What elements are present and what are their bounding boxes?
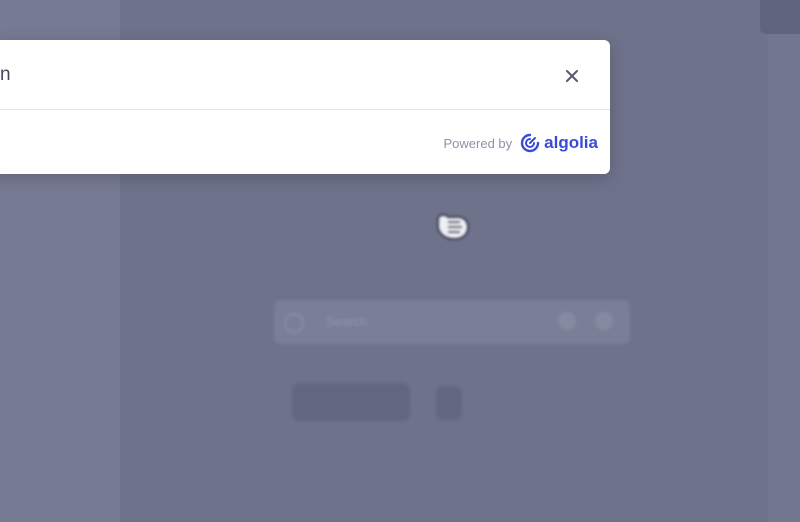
- background-circle-icon: [595, 312, 613, 330]
- background-right-panel: [768, 0, 800, 522]
- hand-cursor-icon: [437, 213, 470, 241]
- screen: Search Powered by algo: [0, 0, 800, 522]
- search-row: [0, 40, 610, 110]
- background-search-placeholder: Search: [326, 314, 368, 329]
- background-button: [292, 383, 410, 421]
- close-button[interactable]: [558, 62, 586, 90]
- algolia-wordmark: algolia: [544, 133, 598, 152]
- powered-by-label: Powered by: [443, 135, 513, 151]
- background-search-icon: [284, 313, 304, 333]
- algolia-logo-icon: [520, 133, 540, 153]
- algolia-link[interactable]: algolia: [520, 133, 598, 153]
- search-modal: Powered by algolia: [0, 40, 610, 174]
- background-circle-icon: [558, 312, 576, 330]
- background-top-right-button: [760, 0, 800, 34]
- background-small-button: [436, 386, 462, 420]
- modal-divider: [0, 109, 610, 110]
- search-input[interactable]: [0, 60, 520, 90]
- close-icon: [566, 70, 578, 82]
- powered-by-footer: Powered by algolia: [443, 130, 598, 156]
